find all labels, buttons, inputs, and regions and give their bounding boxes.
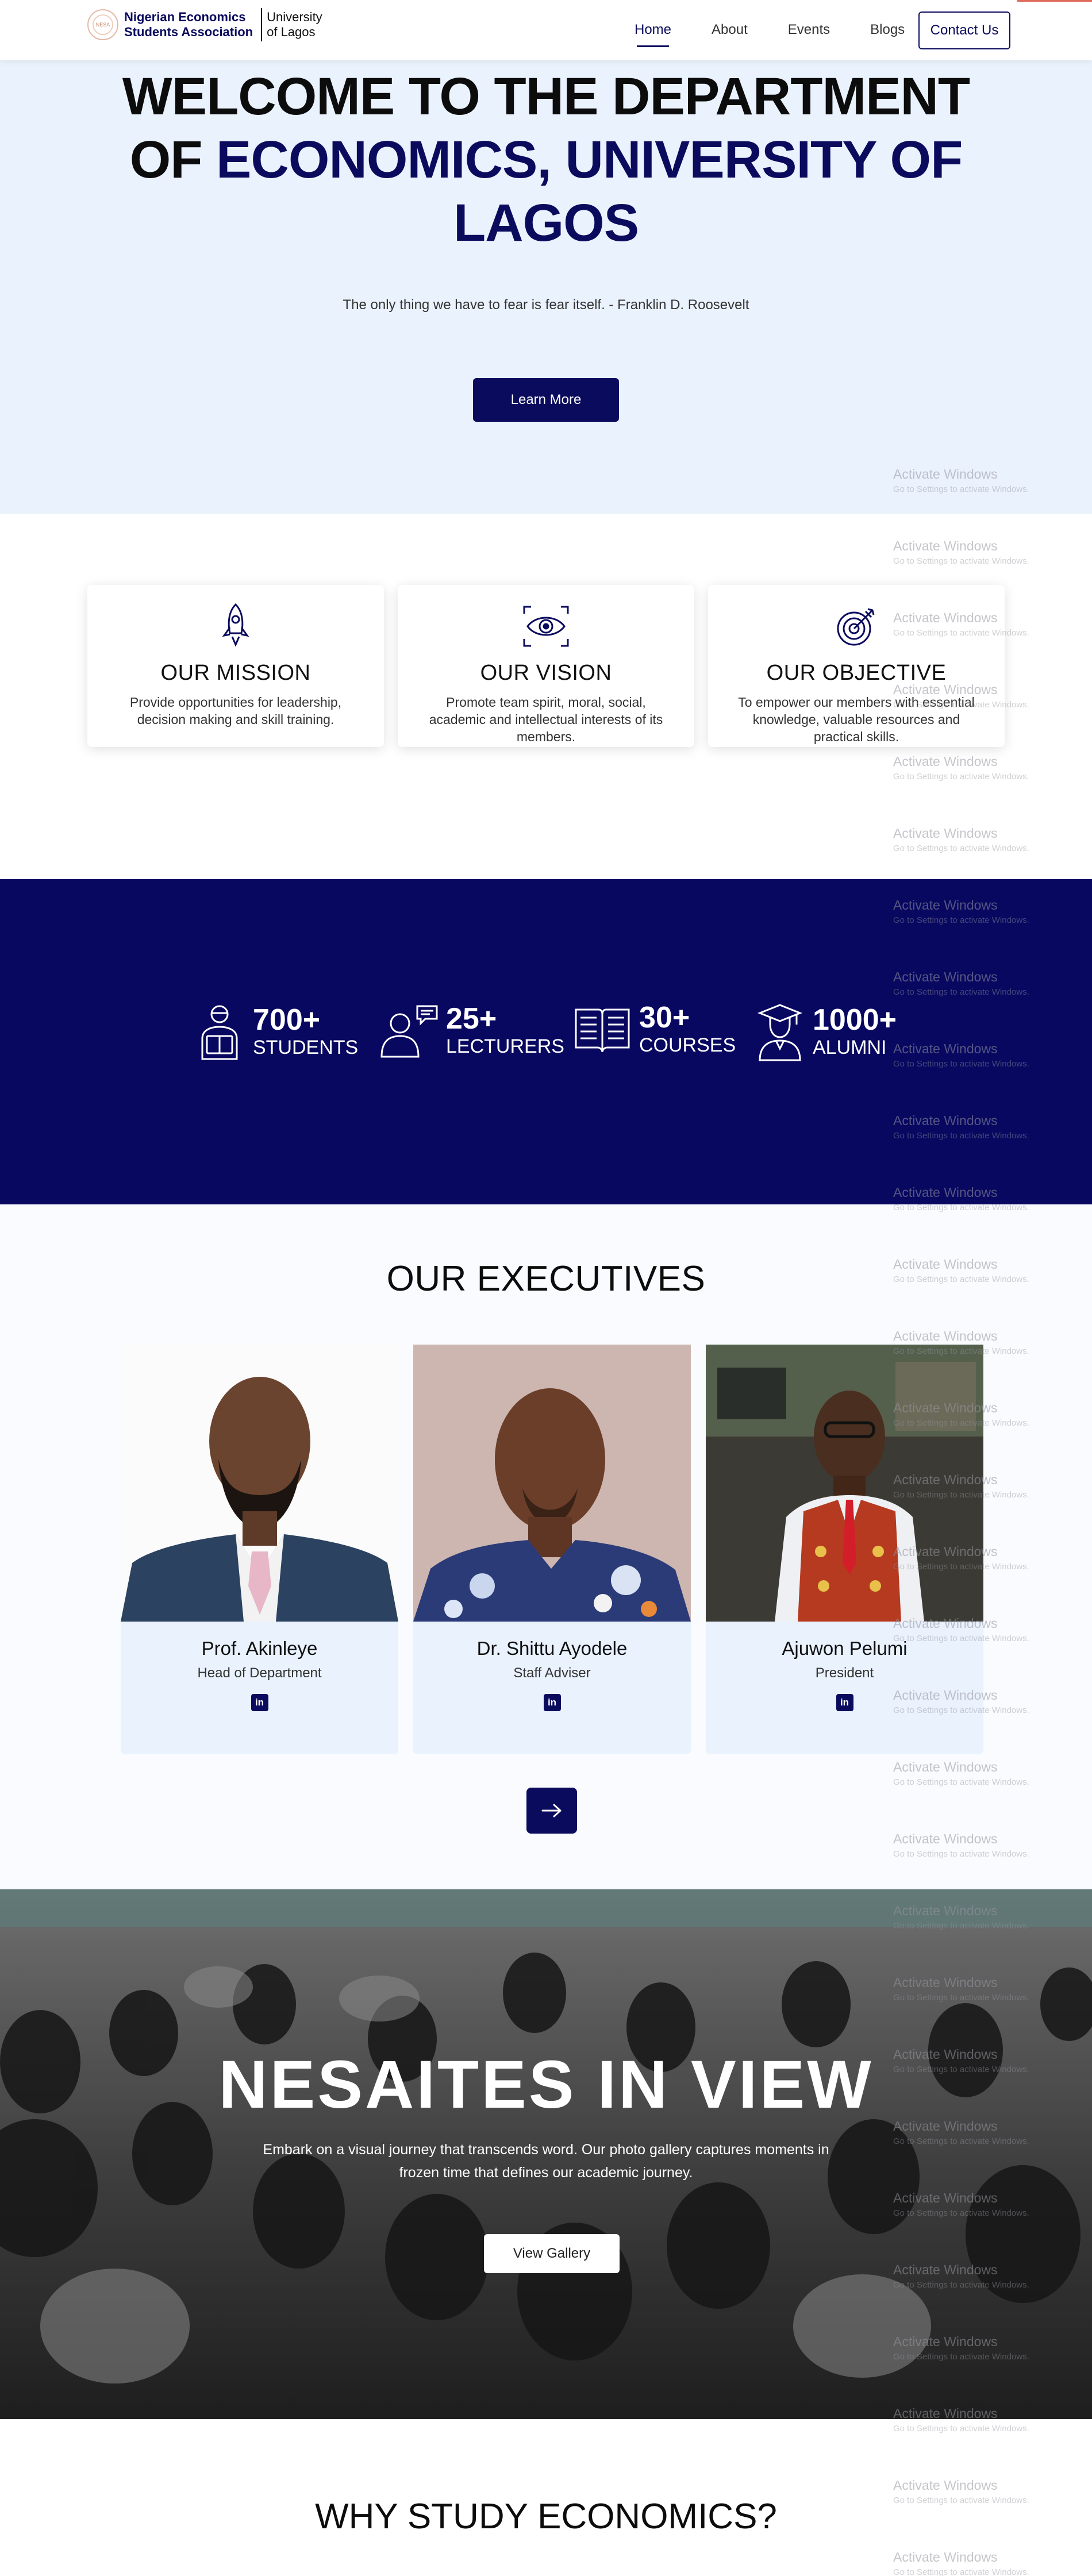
nav-link-about[interactable]: About (712, 22, 748, 38)
card-title: OUR VISION (480, 661, 612, 685)
top-navbar: NESA Nigerian Economics Students Associa… (0, 0, 1092, 60)
contact-us-button[interactable]: Contact Us (918, 11, 1010, 49)
stat-lecturers: 25+ LECTURERS (377, 1002, 564, 1059)
site-logo[interactable]: NESA Nigerian Economics Students Associa… (87, 8, 322, 41)
vision-card: OUR VISION Promote team spirit, moral, s… (398, 585, 694, 747)
hero-title: WELCOME TO THE DEPARTMENT OF ECONOMICS, … (109, 65, 983, 255)
stat-courses: 30+ COURSES (574, 1002, 736, 1057)
nav-link-events[interactable]: Events (788, 22, 830, 38)
executive-photo (413, 1345, 691, 1622)
mission-section: OUR MISSION Provide opportunities for le… (0, 514, 1092, 879)
objective-card: OUR OBJECTIVE To empower our members wit… (708, 585, 1005, 747)
stat-number: 700+ (253, 1003, 321, 1037)
executive-role: President (815, 1665, 874, 1681)
mission-card: OUR MISSION Provide opportunities for le… (87, 585, 384, 747)
logo-divider (261, 8, 263, 41)
executive-name: Ajuwon Pelumi (782, 1638, 908, 1659)
executive-card: Prof. Akinleye Head of Department in (121, 1345, 398, 1754)
learn-more-button[interactable]: Learn More (473, 378, 619, 422)
hero-quote: The only thing we have to fear is fear i… (343, 297, 749, 313)
executive-card: Dr. Shittu Ayodele Staff Adviser in (413, 1345, 691, 1754)
stat-label: STUDENTS (253, 1037, 359, 1058)
card-text: Promote team spirit, moral, social, acad… (429, 695, 663, 744)
arrow-right-icon (541, 1804, 562, 1818)
executive-role: Head of Department (197, 1665, 322, 1681)
card-text: Provide opportunities for leadership, de… (129, 695, 342, 727)
executive-card: Ajuwon Pelumi President in (706, 1345, 983, 1754)
section-title: WHY STUDY ECONOMICS? (315, 2497, 777, 2536)
linkedin-icon[interactable]: in (251, 1694, 268, 1711)
lecturer-icon (380, 1005, 438, 1058)
card-text: To empower our members with essential kn… (738, 695, 975, 744)
stat-number: 25+ (446, 1002, 497, 1035)
executive-name: Dr. Shittu Ayodele (476, 1638, 628, 1659)
association-seal-icon: NESA (87, 9, 118, 40)
stat-number: 1000+ (813, 1003, 897, 1037)
gallery-description: Embark on a visual journey that transcen… (263, 2142, 829, 2181)
stat-label: LECTURERS (446, 1035, 564, 1057)
card-title: OUR MISSION (160, 661, 311, 685)
org-name: Nigerian Economics Students Association (124, 10, 253, 39)
stat-label: COURSES (639, 1034, 736, 1056)
nav-link-blogs[interactable]: Blogs (870, 22, 905, 38)
page: { "nav": { "org_name": "Nigerian Economi… (0, 0, 1092, 2576)
nav-link-home[interactable]: Home (635, 22, 671, 47)
stat-alumni: 1000+ ALUMNI (755, 1002, 897, 1061)
stats-section: 700+ STUDENTS 25+ LECTURERS 30+ COURSES 100… (0, 879, 1092, 1204)
gallery-title: NESAITES IN VIEW (218, 2047, 874, 2123)
executive-photo (121, 1345, 398, 1622)
gallery-section: NESAITES IN VIEW Embark on a visual jour… (0, 1889, 1092, 2419)
why-study-section: WHY STUDY ECONOMICS? (0, 2419, 1092, 2576)
main-menu: Home About Events Blogs (635, 22, 945, 47)
executive-name: Prof. Akinleye (201, 1638, 318, 1659)
stat-number: 30+ (639, 1001, 690, 1034)
executive-photo (706, 1345, 983, 1622)
nav-accent-line (1017, 0, 1092, 2)
university-name: University of Lagos (267, 10, 322, 39)
stat-students: 700+ STUDENTS (197, 1002, 358, 1061)
executive-role: Staff Adviser (513, 1665, 591, 1681)
book-icon (575, 1008, 630, 1053)
rocket-icon (222, 603, 249, 647)
card-title: OUR OBJECTIVE (766, 661, 947, 685)
eye-icon (523, 606, 569, 647)
student-icon (201, 1005, 238, 1060)
next-executive-button[interactable] (526, 1788, 577, 1834)
linkedin-icon[interactable]: in (543, 1694, 561, 1711)
graduate-icon (757, 1004, 803, 1061)
stat-label: ALUMNI (813, 1037, 887, 1058)
view-gallery-button[interactable]: View Gallery (484, 2234, 620, 2273)
hero-section: WELCOME TO THE DEPARTMENT OF ECONOMICS, … (0, 60, 1092, 514)
hero-title-highlight: ECONOMICS, UNIVERSITY OF LAGOS (216, 130, 963, 252)
linkedin-icon[interactable]: in (836, 1694, 853, 1711)
target-icon (837, 608, 875, 646)
section-title: OUR EXECUTIVES (386, 1259, 706, 1299)
